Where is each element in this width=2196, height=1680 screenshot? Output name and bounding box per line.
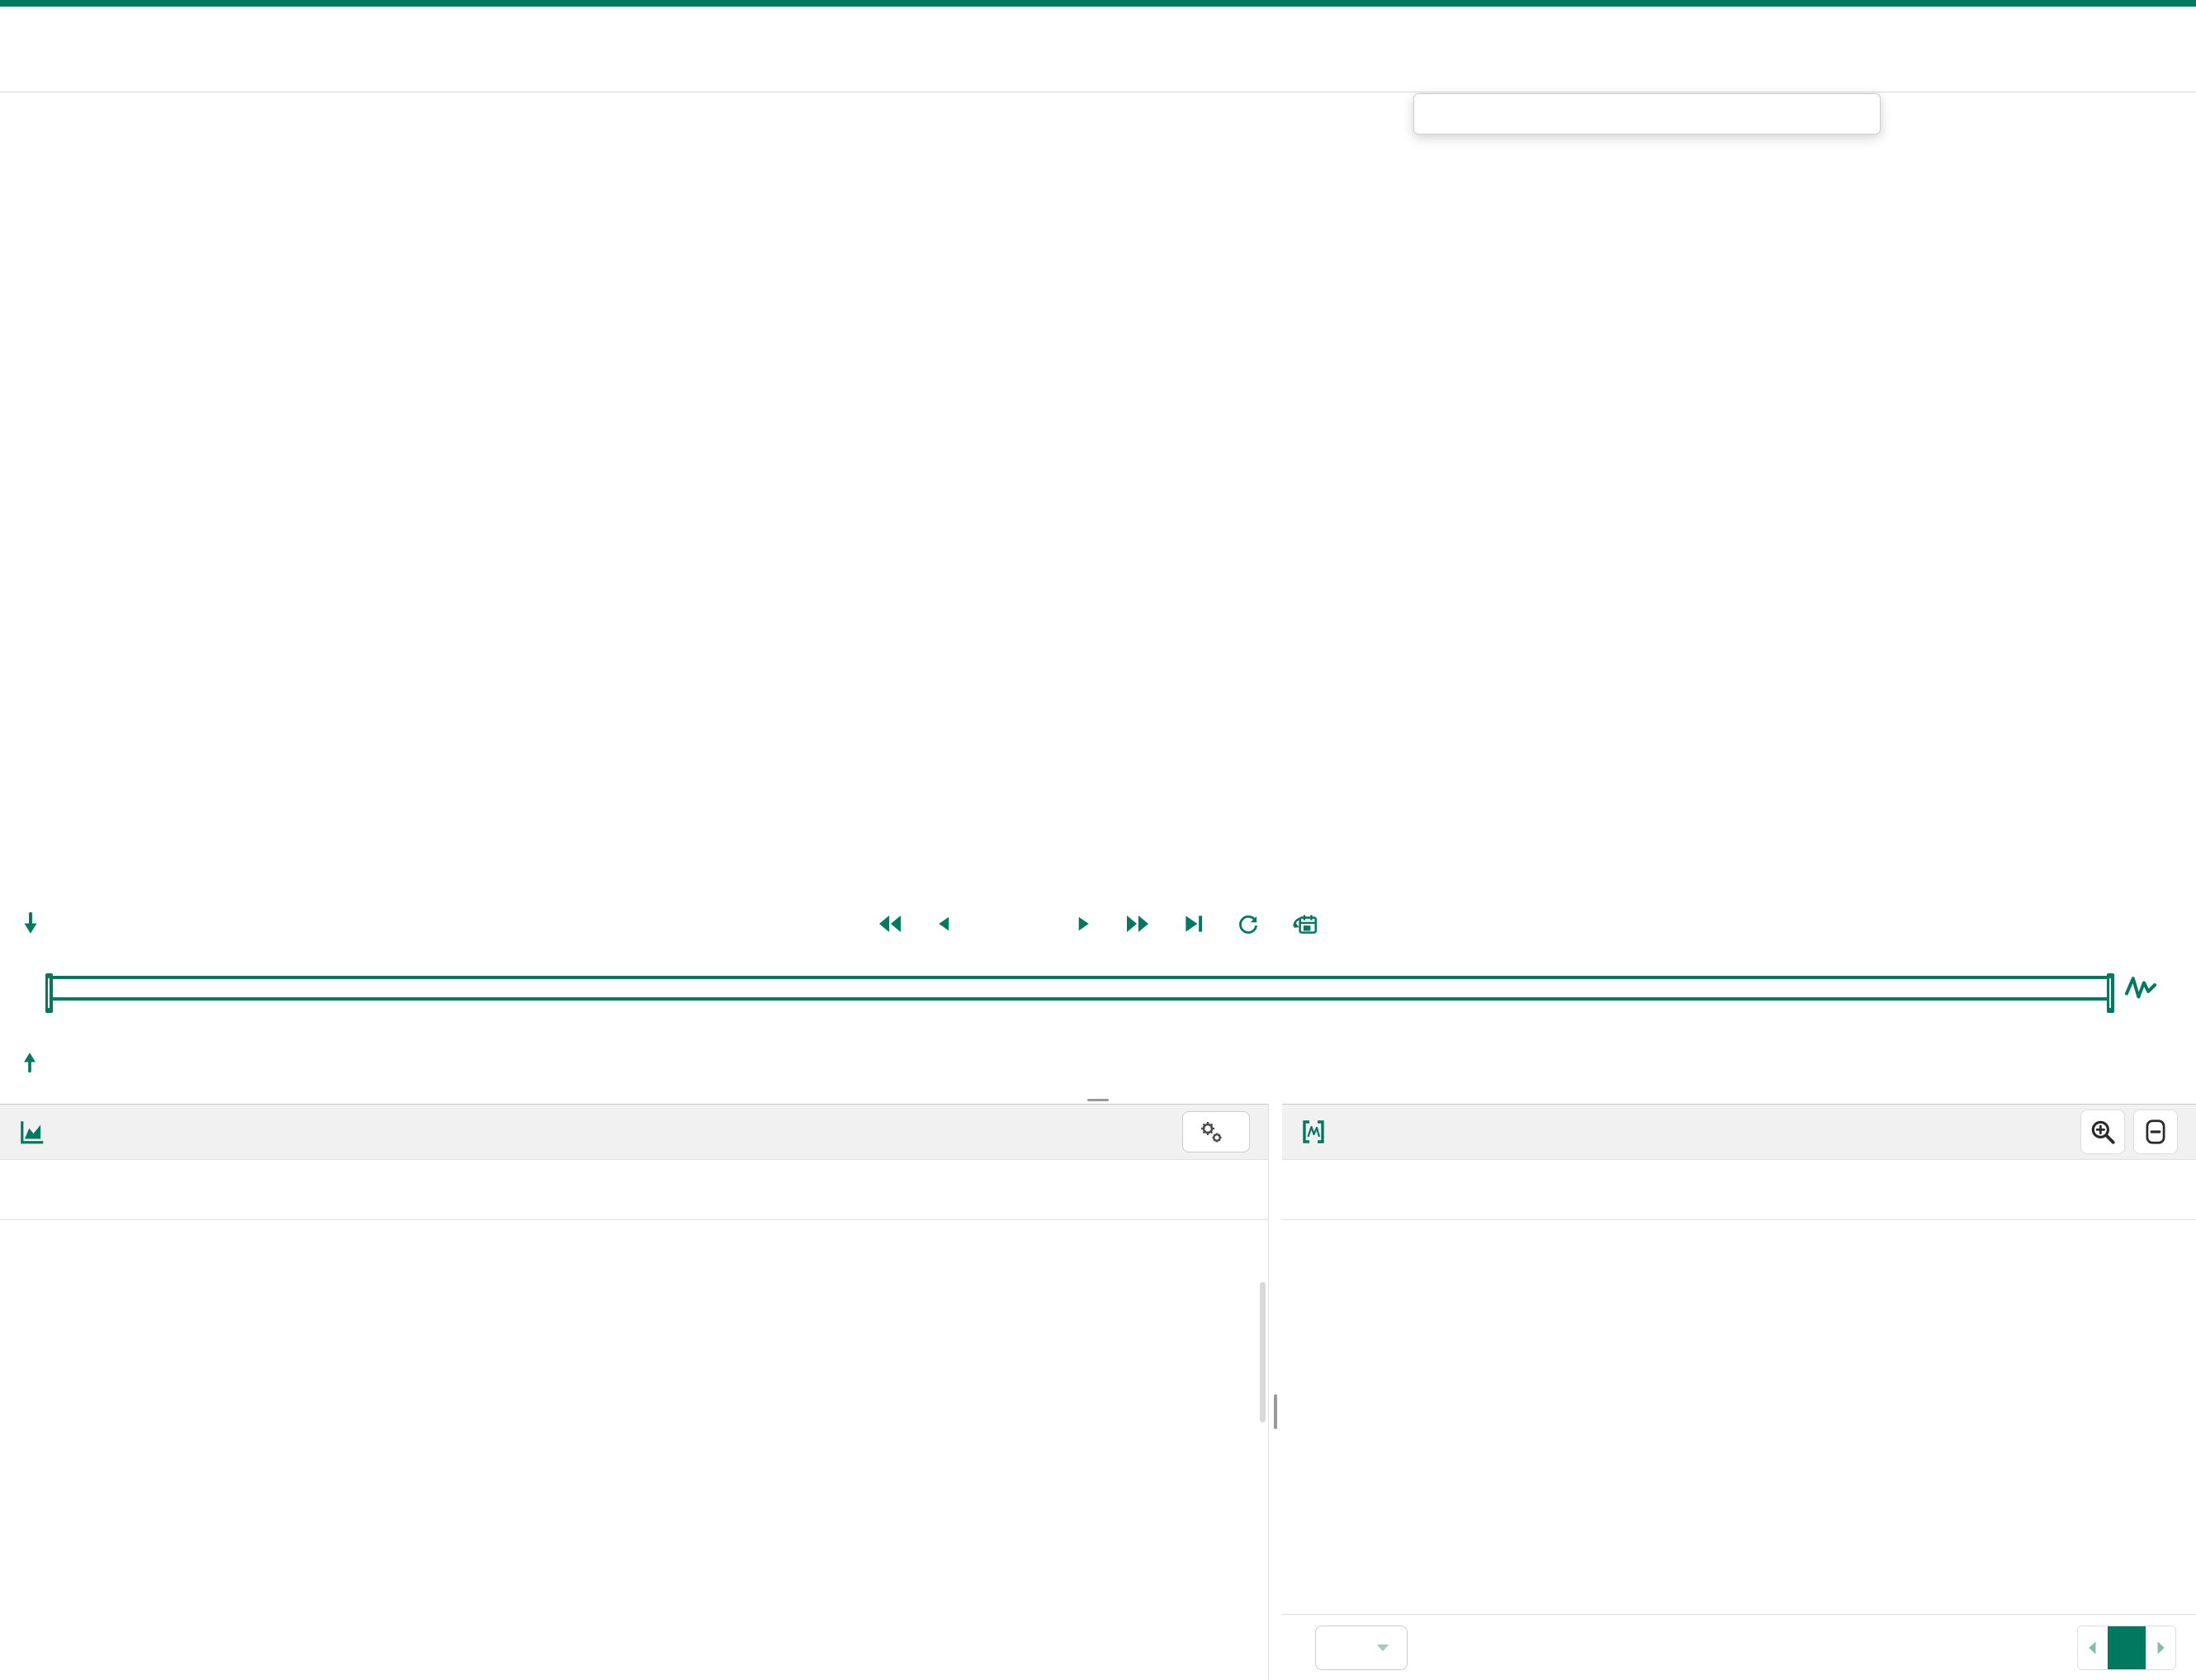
step-to-end-button[interactable] <box>1182 912 1205 935</box>
pager <box>2077 1626 2176 1670</box>
pager-prev-button[interactable] <box>2078 1626 2108 1669</box>
details-scrollbar[interactable] <box>1260 1282 1266 1422</box>
gears-icon <box>1198 1119 1224 1145</box>
step-back-fast-button[interactable] <box>877 911 903 937</box>
toolbar <box>0 7 2196 92</box>
capsules-zoom-button[interactable] <box>2080 1110 2125 1154</box>
step-forward-fast-button[interactable] <box>1124 911 1151 937</box>
page-select[interactable] <box>1315 1626 1408 1670</box>
step-back-button[interactable] <box>935 914 954 934</box>
top-accent-strip <box>0 0 2196 7</box>
overview-timeline <box>0 964 2196 1101</box>
refresh-button[interactable] <box>1237 912 1260 935</box>
chart-canvas[interactable] <box>0 92 2196 900</box>
pager-next-button[interactable] <box>2146 1626 2175 1669</box>
timeline-signal-icon <box>2123 971 2158 1006</box>
capsules-panel-icon <box>1300 1119 1327 1145</box>
dimming-dropdown-menu <box>1413 93 1881 135</box>
chevron-right-icon <box>2151 1639 2170 1657</box>
pager-current-page[interactable] <box>2108 1626 2146 1669</box>
chevron-left-icon <box>2084 1639 2102 1657</box>
display-range-bar <box>0 900 2196 964</box>
magnifier-plus-icon <box>2089 1118 2117 1146</box>
timeline-axis <box>0 1010 2196 1048</box>
timeline-range-slider[interactable] <box>50 976 2110 1001</box>
investigate-start-arrow-icon <box>18 1050 41 1073</box>
capsules-pagination <box>1282 1614 2196 1680</box>
collapse-icon <box>2142 1118 2170 1146</box>
auto-update-button[interactable] <box>1291 910 1319 938</box>
chevron-down-icon <box>1372 1637 1394 1659</box>
details-panel-icon <box>18 1118 46 1146</box>
trend-chart[interactable] <box>0 92 2196 900</box>
customize-button[interactable] <box>1182 1111 1250 1152</box>
slider-left-handle[interactable] <box>45 973 53 1013</box>
capsules-collapse-button[interactable] <box>2133 1110 2178 1154</box>
range-start-arrow-icon <box>18 911 43 936</box>
capsules-panel <box>1282 1104 2196 1680</box>
step-forward-button[interactable] <box>1073 914 1093 934</box>
slider-right-handle[interactable] <box>2107 973 2114 1013</box>
details-panel <box>0 1104 1269 1680</box>
panel-vertical-divider[interactable] <box>1269 1104 1282 1680</box>
